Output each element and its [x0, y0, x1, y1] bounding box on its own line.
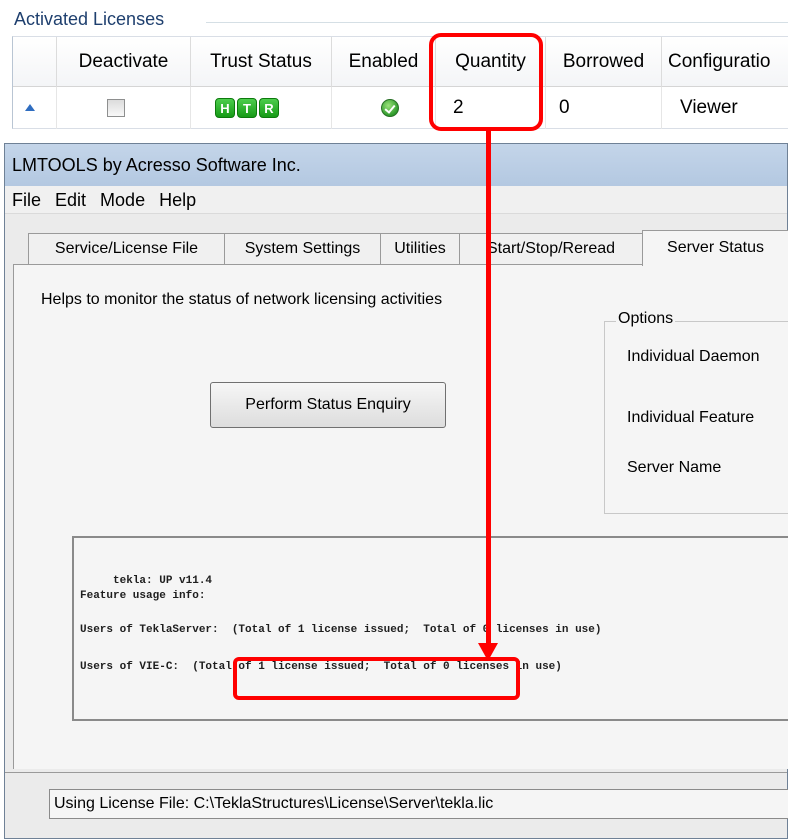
header-blank[interactable]: [13, 37, 57, 87]
lmtools-window: LMTOOLS by Acresso Software Inc. File Edi…: [4, 143, 788, 839]
licenses-table: Deactivate Trust Status Enabled Quantity…: [12, 36, 788, 129]
enabled-check-icon: [381, 99, 399, 117]
quantity-value: 2: [436, 87, 546, 129]
option-individual-feature[interactable]: Individual Feature: [627, 409, 754, 427]
tab-server-status[interactable]: Server Status: [642, 230, 788, 266]
tab-service-license-file[interactable]: Service/License File: [28, 233, 225, 265]
deactivate-checkbox[interactable]: [107, 99, 125, 117]
enabled-cell: [332, 87, 436, 129]
output-line: Users of TeklaServer: (Total of 1 licens…: [80, 624, 602, 636]
table-row[interactable]: H T R 2 0 Viewer: [13, 87, 788, 129]
license-file-status: Using License File: C:\TeklaStructures\L…: [49, 789, 788, 819]
tab-system-settings[interactable]: System Settings: [224, 233, 381, 265]
status-output[interactable]: tekla: UP v11.4 Feature usage info: User…: [72, 536, 788, 721]
col-borrowed[interactable]: Borrowed: [546, 37, 662, 87]
output-line: Users of VIE-C: (Total of 1 license issu…: [80, 661, 562, 673]
col-deactivate[interactable]: Deactivate: [57, 37, 191, 87]
trust-r-icon: R: [259, 98, 279, 118]
menu-bar: File Edit Mode Help: [5, 186, 787, 214]
output-line: Feature usage info:: [80, 590, 206, 602]
status-separator: [5, 772, 787, 773]
panel-description: Helps to monitor the status of network l…: [41, 291, 443, 308]
col-configuration[interactable]: Configuratio: [662, 37, 788, 87]
tab-strip: Service/License File System Settings Uti…: [5, 230, 788, 266]
menu-help[interactable]: Help: [152, 186, 203, 214]
table-header: Deactivate Trust Status Enabled Quantity…: [13, 37, 788, 87]
annotation-arrow-line: [486, 129, 491, 647]
menu-mode[interactable]: Mode: [93, 186, 152, 214]
options-title: Options: [616, 310, 676, 328]
option-server-name[interactable]: Server Name: [627, 459, 721, 477]
expand-arrow-icon[interactable]: [25, 104, 35, 111]
col-enabled[interactable]: Enabled: [332, 37, 436, 87]
trust-t-icon: T: [237, 98, 257, 118]
annotation-arrow-head: [478, 643, 498, 661]
output-line: tekla: UP v11.4: [80, 575, 213, 587]
menu-file[interactable]: File: [5, 186, 48, 214]
configuration-value: Viewer: [680, 97, 738, 118]
borrowed-value: 0: [546, 87, 662, 129]
perform-status-enquiry-button[interactable]: Perform Status Enquiry: [210, 382, 446, 428]
group-divider: [206, 22, 788, 23]
trust-status-cell: H T R: [191, 87, 332, 129]
tab-utilities[interactable]: Utilities: [380, 233, 460, 265]
menu-edit[interactable]: Edit: [48, 186, 93, 214]
row-selector[interactable]: [13, 87, 57, 129]
trust-h-icon: H: [215, 98, 235, 118]
window-title[interactable]: LMTOOLS by Acresso Software Inc.: [5, 144, 787, 186]
col-quantity[interactable]: Quantity: [436, 37, 546, 87]
activated-licenses-title: Activated Licenses: [14, 9, 169, 30]
deactivate-cell: [57, 87, 191, 129]
option-individual-daemon[interactable]: Individual Daemon: [627, 348, 760, 366]
col-trust-status[interactable]: Trust Status: [191, 37, 332, 87]
